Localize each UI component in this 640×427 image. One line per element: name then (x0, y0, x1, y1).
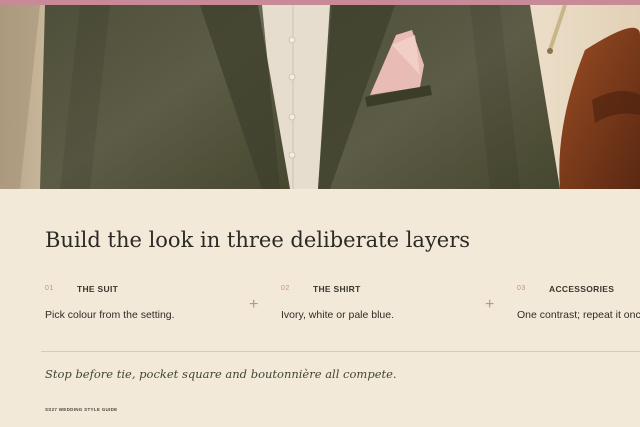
layer-number: 03 (517, 285, 526, 292)
guidance-quote: Stop before tie, pocket square and bouto… (45, 367, 397, 381)
plus-icon: + (249, 296, 259, 313)
layer-title: THE SHIRT (313, 284, 361, 294)
layer-title: ACCESSORIES (549, 284, 615, 294)
layers-row: 01 THE SUIT Pick colour from the setting… (0, 278, 640, 328)
layer-description: Ivory, white or pale blue. (281, 309, 395, 321)
page-headline: Build the look in three deliberate layer… (45, 228, 471, 252)
layer-number: 02 (281, 285, 290, 292)
hero-photo (0, 5, 640, 189)
footer-label: SS27 WEDDING STYLE GUIDE (45, 407, 118, 412)
layer-description: One contrast; repeat it once. (517, 309, 640, 321)
plus-icon: + (485, 296, 495, 313)
layer-title: THE SUIT (77, 284, 119, 294)
layer-description: Pick colour from the setting. (45, 309, 175, 321)
layer-number: 01 (45, 285, 54, 292)
section-divider (41, 351, 640, 352)
